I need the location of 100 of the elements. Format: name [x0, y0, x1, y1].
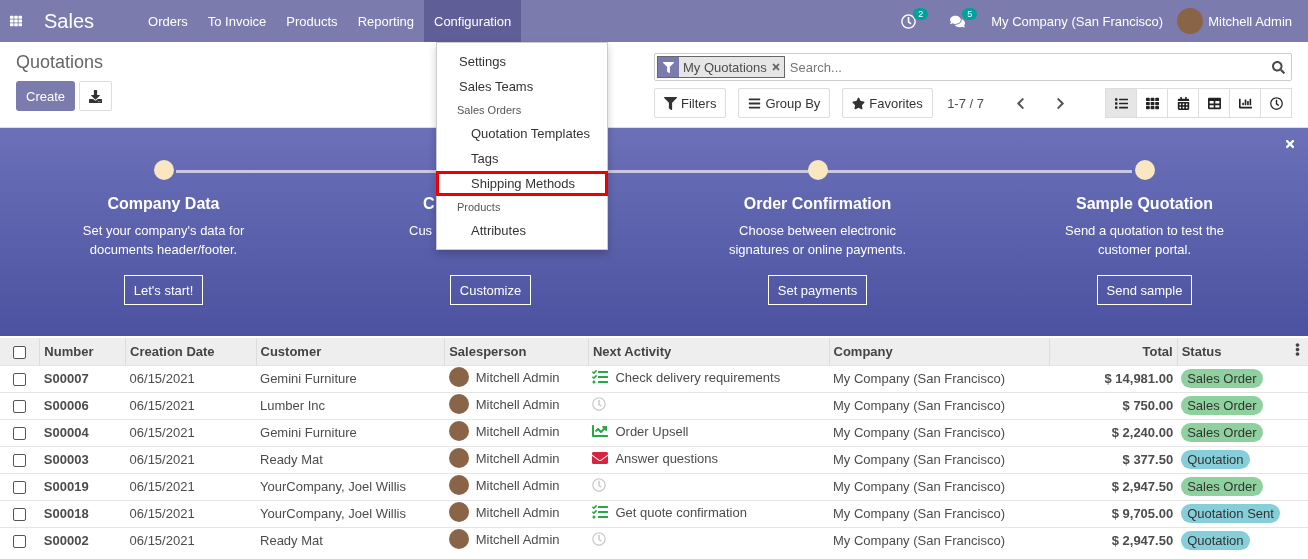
view-switch-button[interactable] [1260, 88, 1292, 118]
trend-chart-icon [592, 423, 609, 439]
step-button[interactable]: Set payments [767, 275, 868, 305]
table-cell: My Company (San Francisco) [833, 479, 1005, 494]
download-icon [89, 89, 103, 103]
step-dot [807, 160, 828, 180]
step-button[interactable]: Let's start! [123, 275, 204, 305]
table-cell: $ 2,240.00 [1111, 425, 1174, 440]
step-title: Order Confirmation [743, 195, 892, 213]
user-avatar [448, 394, 469, 414]
step-title: Company Data [107, 195, 220, 213]
checkbox[interactable] [13, 427, 27, 441]
checkbox[interactable] [13, 481, 27, 495]
table-cell: Mitchell Admin [475, 504, 560, 520]
filters-button[interactable]: Filters [654, 88, 727, 118]
checkbox[interactable] [13, 345, 27, 359]
step-dot [153, 160, 174, 180]
checkbox[interactable] [13, 535, 27, 549]
checkbox[interactable] [13, 373, 27, 387]
company-switcher[interactable]: My Company (San Francisco) [977, 0, 1178, 42]
menu-item[interactable]: Products [276, 0, 348, 42]
dropdown-item[interactable]: Settings [436, 49, 608, 74]
table-cell: $ 750.00 [1122, 398, 1174, 413]
table-cell: My Company (San Francisco) [833, 398, 1005, 413]
table-cell: My Company (San Francisco) [833, 371, 1005, 386]
table-cell: YourCompany, Joel Willis [260, 479, 406, 494]
user-avatar [448, 448, 469, 468]
facet-label: My Quotations [682, 58, 768, 77]
step-description: Set your company's data for documents header/footer. [81, 222, 246, 259]
menu-item[interactable]: Configuration [424, 0, 522, 42]
table-cell: S00007 [43, 371, 89, 386]
table-cell: S00003 [43, 452, 89, 467]
table-cell: 06/15/2021 [129, 425, 195, 440]
step-dot [1134, 160, 1155, 180]
filter-facet[interactable]: My Quotations [657, 56, 785, 78]
clock-icon [592, 397, 607, 411]
view-switch-button[interactable] [1229, 88, 1261, 118]
column-header[interactable]: Total [1049, 338, 1178, 365]
table-cell: S00006 [43, 398, 89, 413]
filter-icon [658, 57, 679, 77]
menu-item[interactable]: Reporting [347, 0, 424, 42]
user-avatar [448, 367, 469, 387]
app-name[interactable]: Sales [32, 0, 109, 42]
list-icon [1114, 96, 1128, 110]
menu-item[interactable]: Orders [138, 0, 198, 42]
user-avatar [448, 421, 469, 441]
calendar-icon [1176, 96, 1190, 110]
create-button[interactable]: Create [16, 81, 76, 111]
group-by-button[interactable]: Group By [738, 88, 831, 118]
column-header[interactable]: Salesperson [444, 338, 589, 365]
column-header[interactable]: Number [39, 338, 126, 365]
step-button[interactable]: Customize [449, 275, 532, 305]
pager-value[interactable]: 1-7 / 7 [947, 95, 984, 111]
table-cell: Lumber Inc [260, 398, 326, 413]
user-menu[interactable]: Mitchell Admin [1208, 13, 1292, 29]
view-switch-button[interactable] [1167, 88, 1199, 118]
checkbox[interactable] [13, 400, 27, 414]
column-header[interactable]: Customer [256, 338, 445, 365]
checkbox[interactable] [13, 454, 27, 468]
view-switch-button[interactable] [1105, 88, 1137, 118]
favorites-button[interactable]: Favorites [842, 88, 933, 118]
clock-icon [592, 478, 607, 492]
table-cell: Answer questions [615, 450, 719, 466]
table-cell: $ 14,981.00 [1104, 371, 1174, 386]
dropdown-item[interactable]: Quotation Templates [436, 121, 608, 146]
step-title: C [423, 195, 435, 213]
table-cell: My Company (San Francisco) [833, 425, 1005, 440]
column-header[interactable]: Next Activity [588, 338, 830, 365]
column-header[interactable]: Creation Date [125, 338, 256, 365]
dropdown-item[interactable]: Tags [436, 146, 608, 171]
column-header[interactable]: Company [829, 338, 1050, 365]
view-switch-button[interactable] [1198, 88, 1230, 118]
bar-chart-icon [1238, 96, 1252, 110]
dropdown-item[interactable]: Attributes [436, 218, 608, 243]
table-cell: $ 2,947.50 [1111, 479, 1174, 494]
table-icon [1207, 96, 1221, 110]
step-description: Choose between electronic signatures or online payments. [727, 222, 907, 259]
count-badge: 5 [962, 8, 978, 20]
clock-icon [592, 532, 607, 547]
menu-section-header: Sales Orders [456, 103, 523, 118]
step-title: Sample Quotation [1076, 195, 1213, 213]
checkbox[interactable] [13, 508, 27, 522]
column-header[interactable]: Status [1177, 338, 1287, 365]
menu-item[interactable]: To Invoice [197, 0, 277, 42]
status-badge: Sales Order [1181, 477, 1263, 496]
user-avatar [448, 502, 469, 522]
table-cell: My Company (San Francisco) [833, 506, 1005, 521]
table-cell: 06/15/2021 [129, 398, 195, 413]
download-button[interactable] [79, 81, 113, 111]
status-badge: Sales Order [1181, 423, 1263, 442]
table-cell: Gemini Furniture [260, 371, 357, 386]
search-field[interactable]: My Quotations Search... [654, 53, 1292, 81]
table-cell: Mitchell Admin [475, 423, 560, 439]
status-badge: Sales Order [1181, 369, 1263, 388]
dropdown-item[interactable]: Shipping Methods [436, 171, 608, 196]
table-cell: Mitchell Admin [475, 396, 560, 412]
user-avatar [448, 475, 469, 495]
step-button[interactable]: Send sample [1096, 275, 1193, 305]
view-switch-button[interactable] [1136, 88, 1168, 118]
dropdown-item[interactable]: Sales Teams [436, 74, 608, 99]
